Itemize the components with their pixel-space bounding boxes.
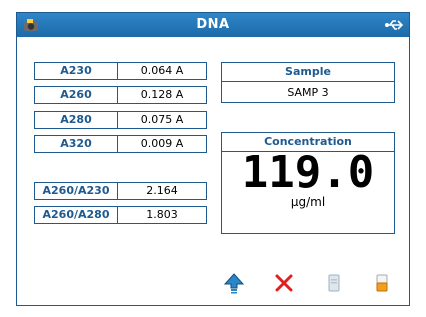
concentration-panel: Concentration 119.0 µg/ml xyxy=(221,132,395,234)
ratio-260-280-label: A260/A280 xyxy=(34,206,118,224)
concentration-unit: µg/ml xyxy=(290,195,326,209)
ratio-260-230-label: A260/A230 xyxy=(34,182,118,200)
dna-window: DNA A230 0.064 A A260 0.128 A A280 0.075… xyxy=(16,12,410,306)
a260-label: A260 xyxy=(34,86,118,104)
close-icon[interactable] xyxy=(273,272,295,294)
a280-value: 0.075 A xyxy=(117,111,207,129)
window-title: DNA xyxy=(196,17,230,32)
ratio-260-280-value: 1.803 xyxy=(117,206,207,224)
usb-icon xyxy=(385,20,404,30)
a230-label: A230 xyxy=(34,62,118,80)
a230-value: 0.064 A xyxy=(117,62,207,80)
a320-label: A320 xyxy=(34,135,118,153)
title-bar: DNA xyxy=(17,13,409,37)
sample-heading: Sample xyxy=(222,63,394,82)
sample-panel: Sample SAMP 3 xyxy=(221,62,395,103)
print-icon[interactable] xyxy=(371,272,393,294)
camera-icon[interactable] xyxy=(22,16,40,34)
ratio-260-230-value: 2.164 xyxy=(117,182,207,200)
concentration-value: 119.0 xyxy=(241,147,375,198)
doc-icon[interactable] xyxy=(323,272,345,294)
a280-label: A280 xyxy=(34,111,118,129)
up-arrow-icon[interactable] xyxy=(223,272,245,294)
a260-value: 0.128 A xyxy=(117,86,207,104)
sample-value: SAMP 3 xyxy=(287,86,329,99)
a320-value: 0.009 A xyxy=(117,135,207,153)
